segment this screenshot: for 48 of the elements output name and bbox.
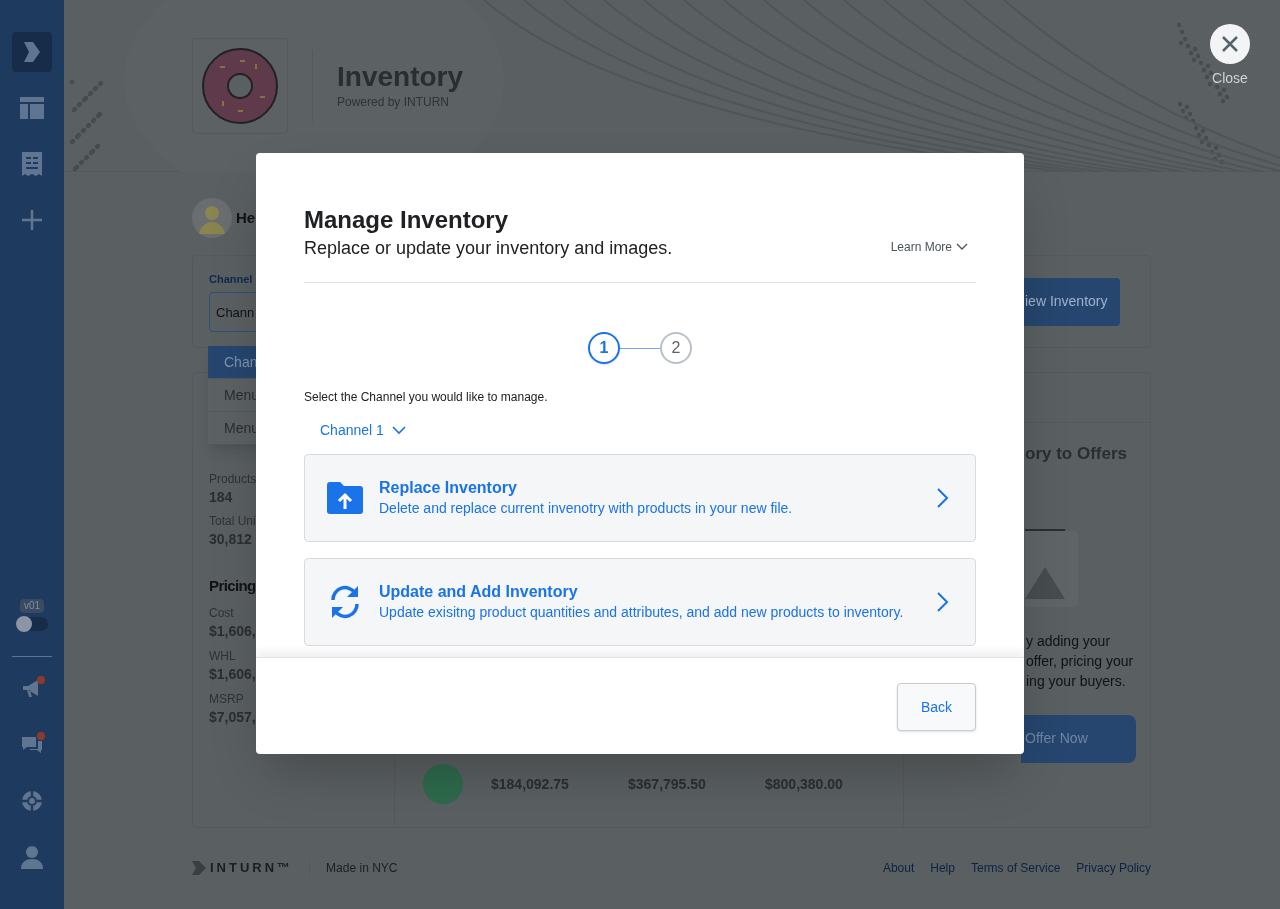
chevron-down-icon (391, 425, 406, 435)
close-icon (1221, 35, 1239, 53)
layout-icon (20, 97, 44, 119)
option-description: Update exisitng product quantities and attributes, and add new products to inventory. (379, 603, 905, 622)
offers-text: y adding your (1026, 631, 1111, 651)
toggle-switch[interactable] (16, 617, 48, 631)
footer-link[interactable]: About (882, 859, 915, 877)
channel-prompt: Select the Channel you would like to manage. (304, 389, 549, 405)
close-button[interactable] (1210, 24, 1250, 64)
footer-link[interactable]: Help (930, 859, 955, 877)
greeting-heading: He (236, 207, 256, 228)
footer-link[interactable]: Terms of Service (970, 859, 1061, 877)
folder-upload-icon (327, 482, 363, 514)
chevron-right-icon (937, 488, 949, 508)
chevron-down-icon (956, 243, 968, 251)
option-title: Replace Inventory (379, 478, 518, 498)
close-label: Close (1212, 69, 1248, 88)
learn-more-link[interactable]: Learn More (890, 238, 968, 256)
create-offer-button[interactable]: Offer Now (1021, 714, 1136, 763)
donut-icon (200, 46, 280, 126)
brand-mark-icon (192, 861, 206, 875)
view-inventory-button[interactable]: iew Inventory (1023, 277, 1120, 326)
footer-link[interactable]: Privacy Policy (1076, 859, 1151, 877)
sidebar-item[interactable] (12, 32, 52, 72)
avatar-icon (192, 198, 232, 238)
channel-label: Channel (209, 271, 254, 287)
offers-text: offer, pricing your (1026, 651, 1134, 671)
footer-brand: INTURN™ (210, 859, 294, 878)
lifebuoy-icon (20, 789, 44, 813)
user-icon (20, 845, 44, 869)
version-badge: v01 (19, 599, 45, 613)
offers-text: ing your buyers. (1026, 671, 1126, 691)
logo-icon (22, 40, 42, 64)
step-indicator: 1 (588, 332, 620, 364)
option-card[interactable]: Replace Inventory Delete and replace current invenotry with products in your new file. (304, 454, 976, 542)
option-title: Update and Add Inventory (379, 582, 579, 602)
modal-subtitle: Replace or update your inventory and images. (304, 237, 673, 260)
back-button[interactable]: Back (897, 683, 976, 731)
plus-icon (21, 209, 43, 231)
option-description: Delete and replace current invenotry with products in your new file. (379, 499, 794, 518)
receipt-icon (22, 152, 42, 176)
footer-tagline: Made in NYC (326, 860, 398, 877)
channel-select[interactable]: Channel 1 (320, 420, 406, 440)
chevron-right-icon (937, 592, 949, 612)
modal-title: Manage Inventory (304, 206, 510, 234)
option-card[interactable]: Update and Add Inventory Update exisitng product quantities and attributes, and add new products to inventory. (304, 558, 976, 646)
pricing-heading: Pricing (209, 576, 256, 596)
step-indicator: 2 (660, 332, 692, 364)
